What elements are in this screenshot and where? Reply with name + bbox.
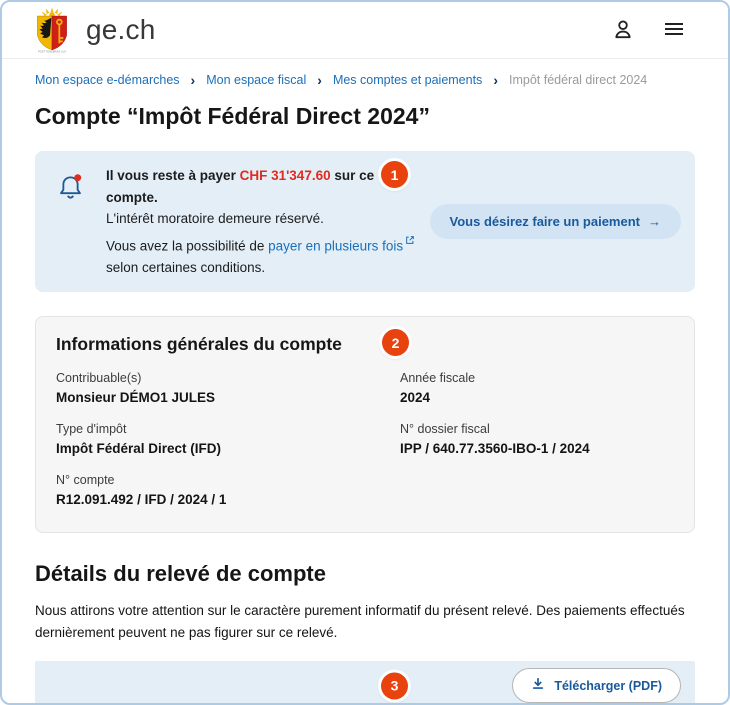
account-icon[interactable] (610, 17, 636, 43)
field-type-impot: Type d'impôt Impôt Fédéral Direct (IFD) (56, 420, 400, 459)
field-numero-compte: N° compte R12.091.492 / IFD / 2024 / 1 (56, 471, 400, 510)
field-value: Monsieur DÉMO1 JULES (56, 390, 216, 406)
arrow-right-icon: → (648, 214, 661, 230)
svg-text:POST TENEBRAS LUX: POST TENEBRAS LUX (38, 49, 66, 53)
download-icon (531, 677, 545, 694)
make-payment-label: Vous désirez faire un paiement (449, 214, 640, 230)
field-label: Année fiscale (400, 371, 476, 386)
field-contribuable: Contribuable(s) Monsieur DÉMO1 JULES (56, 369, 400, 408)
chevron-right-icon: › (493, 72, 498, 88)
bell-notification-icon (57, 173, 84, 202)
geneva-coat-of-arms-logo[interactable]: POST TENEBRAS LUX (32, 7, 72, 53)
statement-toolbar: 3 Télécharger (PDF) (35, 660, 695, 703)
account-info-title: Informations générales du compte (56, 334, 342, 355)
brand-wordmark[interactable]: ge.ch (86, 14, 156, 46)
breadcrumb-link-comptes-paiements[interactable]: Mes comptes et paiements (333, 73, 482, 87)
field-label: Contribuable(s) (56, 371, 142, 386)
amount-due-line: Il vous reste à payer CHF 31'347.60 sur … (106, 165, 416, 208)
chevron-right-icon: › (190, 72, 196, 88)
make-payment-button[interactable]: Vous désirez faire un paiement → (429, 204, 681, 240)
field-value: 2024 (400, 390, 431, 406)
menu-icon[interactable] (662, 17, 688, 43)
statement-title: Détails du relevé de compte (35, 561, 326, 587)
download-pdf-label: Télécharger (PDF) (554, 678, 662, 693)
account-info-card: Informations générales du compte 2 Contr… (35, 316, 695, 534)
field-value: Impôt Fédéral Direct (IFD) (56, 441, 222, 457)
amount-due-prefix: Il vous reste à payer (106, 168, 240, 183)
breadcrumb-link-e-demarches[interactable]: Mon espace e-démarches (35, 73, 180, 87)
chevron-right-icon: › (317, 72, 322, 88)
statement-disclaimer: Nous attirons votre attention sur le car… (35, 603, 685, 641)
installments-suffix: selon certaines conditions. (106, 259, 266, 275)
field-label: N° compte (56, 473, 115, 488)
site-header: POST TENEBRAS LUX ge.ch (2, 2, 728, 59)
statement-table: 3 Télécharger (PDF) Opération Crédit ou … (35, 660, 695, 703)
field-label: Type d'impôt (56, 422, 127, 437)
payment-notification-panel: Il vous reste à payer CHF 31'347.60 sur … (35, 151, 695, 293)
breadcrumb-current: Impôt fédéral direct 2024 (508, 73, 648, 87)
annotation-badge-3: 3 (381, 672, 408, 700)
notification-text: Il vous reste à payer CHF 31'347.60 sur … (106, 165, 416, 278)
account-info-right-column: Année fiscale 2024 N° dossier fiscal IPP… (400, 369, 674, 522)
field-label: N° dossier fiscal (400, 422, 490, 437)
account-info-left-column: Contribuable(s) Monsieur DÉMO1 JULES Typ… (56, 369, 400, 522)
breadcrumb-link-espace-fiscal[interactable]: Mon espace fiscal (206, 73, 306, 87)
field-annee-fiscale: Année fiscale 2024 (400, 369, 674, 408)
field-value: R12.091.492 / IFD / 2024 / 1 (56, 492, 227, 508)
browser-page: POST TENEBRAS LUX ge.ch Mon espace e-dém… (0, 0, 730, 705)
external-link-icon (405, 230, 415, 252)
annotation-badge-1: 1 (381, 161, 408, 188)
download-pdf-button[interactable]: Télécharger (PDF) (512, 668, 681, 703)
amount-due-value: CHF 31'347.60 (239, 168, 331, 183)
pay-in-installments-link[interactable]: payer en plusieurs fois (268, 238, 403, 253)
field-dossier-fiscal: N° dossier fiscal IPP / 640.77.3560-IBO-… (400, 420, 674, 459)
field-value: IPP / 640.77.3560-IBO-1 / 2024 (400, 441, 590, 457)
account-info-grid: Contribuable(s) Monsieur DÉMO1 JULES Typ… (56, 369, 674, 522)
interest-reserved-line: L'intérêt moratoire demeure réservé. (106, 211, 324, 227)
breadcrumb: Mon espace e-démarches › Mon espace fisc… (2, 59, 728, 88)
installments-prefix: Vous avez la possibilité de (106, 238, 269, 254)
page-title: Compte “Impôt Fédéral Direct 2024” (35, 103, 430, 129)
installments-line: Vous avez la possibilité de payer en plu… (106, 230, 416, 279)
